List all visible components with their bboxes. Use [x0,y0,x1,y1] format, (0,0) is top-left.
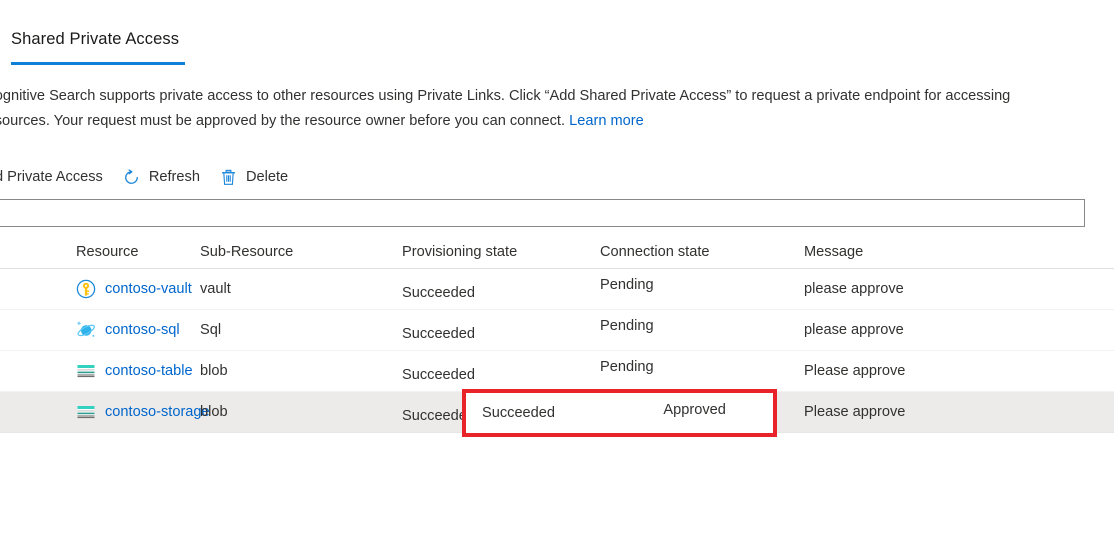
table-row[interactable]: contoso-vault vault Succeeded Pending pl… [0,269,1114,310]
cell-resource: contoso-vault [0,279,200,299]
cell-sub-resource: blob [200,363,402,379]
cell-sub-resource: vault [200,281,402,297]
description-line-1: Azure Cognitive Search supports private … [0,84,1102,109]
shared-private-access-table: Resource Sub-Resource Provisioning state… [0,235,1114,433]
cell-message: Please approve [804,404,1034,420]
tab-active-underline [11,62,185,65]
table-row[interactable]: contoso-sql Sql Succeeded Pending please… [0,310,1114,351]
cell-provisioning-state: Succeeded [402,408,600,424]
description-line-2-wrapper: those resources. Your request must be ap… [0,109,1102,134]
delete-label: Delete [246,169,288,185]
table-row[interactable]: contoso-table blob Succeeded Pending Ple… [0,351,1114,392]
description-line-2: those resources. Your request must be ap… [0,113,569,129]
table-row[interactable]: contoso-storage blob Succeeded Approved … [0,392,1114,433]
cell-connection-state: Pending [600,277,804,293]
column-header-provisioning-state[interactable]: Provisioning state [402,244,600,260]
refresh-label: Refresh [149,169,200,185]
cell-resource: contoso-sql [0,320,200,340]
resource-link[interactable]: contoso-vault [105,281,192,297]
storage-account-icon [76,402,96,422]
cell-connection-state: Pending [600,359,804,375]
column-header-connection-state[interactable]: Connection state [600,244,804,260]
description-text: Azure Cognitive Search supports private … [0,84,1102,134]
cell-provisioning-state: Succeeded [402,326,600,342]
delete-button[interactable]: Delete [210,164,298,190]
filter-search-box[interactable] [0,199,1085,227]
cell-resource: contoso-storage [0,402,200,422]
cell-sub-resource: Sql [200,322,402,338]
cell-sub-resource: blob [200,404,402,420]
cell-message: please approve [804,281,1034,297]
column-header-resource[interactable]: Resource [0,244,200,260]
tab-shared-private-access[interactable]: Shared Private Access [11,30,179,49]
refresh-button[interactable]: Refresh [113,164,210,190]
refresh-icon [123,168,141,186]
table-header-row: Resource Sub-Resource Provisioning state… [0,235,1114,269]
resource-link[interactable]: contoso-sql [105,322,180,338]
cell-provisioning-state: Succeeded [402,285,600,301]
column-header-sub-resource[interactable]: Sub-Resource [200,244,402,260]
cell-connection-state: Approved [600,400,804,416]
resource-link[interactable]: contoso-storage [105,404,210,420]
storage-table-icon [76,361,96,381]
sql-database-icon [76,320,96,340]
add-shared-private-access-label: Add Shared Private Access [0,169,103,185]
trash-icon [220,168,238,186]
add-shared-private-access-button[interactable]: Add Shared Private Access [0,164,113,190]
resource-link[interactable]: contoso-table [105,363,193,379]
cell-message: Please approve [804,363,1034,379]
cell-connection-state: Pending [600,318,804,334]
cell-provisioning-state: Succeeded [402,367,600,383]
column-header-message[interactable]: Message [804,244,1034,260]
tab-bar: Shared Private Access [0,30,1114,62]
learn-more-link[interactable]: Learn more [569,113,644,129]
cell-resource: contoso-table [0,361,200,381]
key-vault-icon [76,279,96,299]
search-input[interactable] [0,200,1084,226]
cell-message: please approve [804,322,1034,338]
command-toolbar: Add Shared Private Access Refresh Delete [0,161,298,193]
